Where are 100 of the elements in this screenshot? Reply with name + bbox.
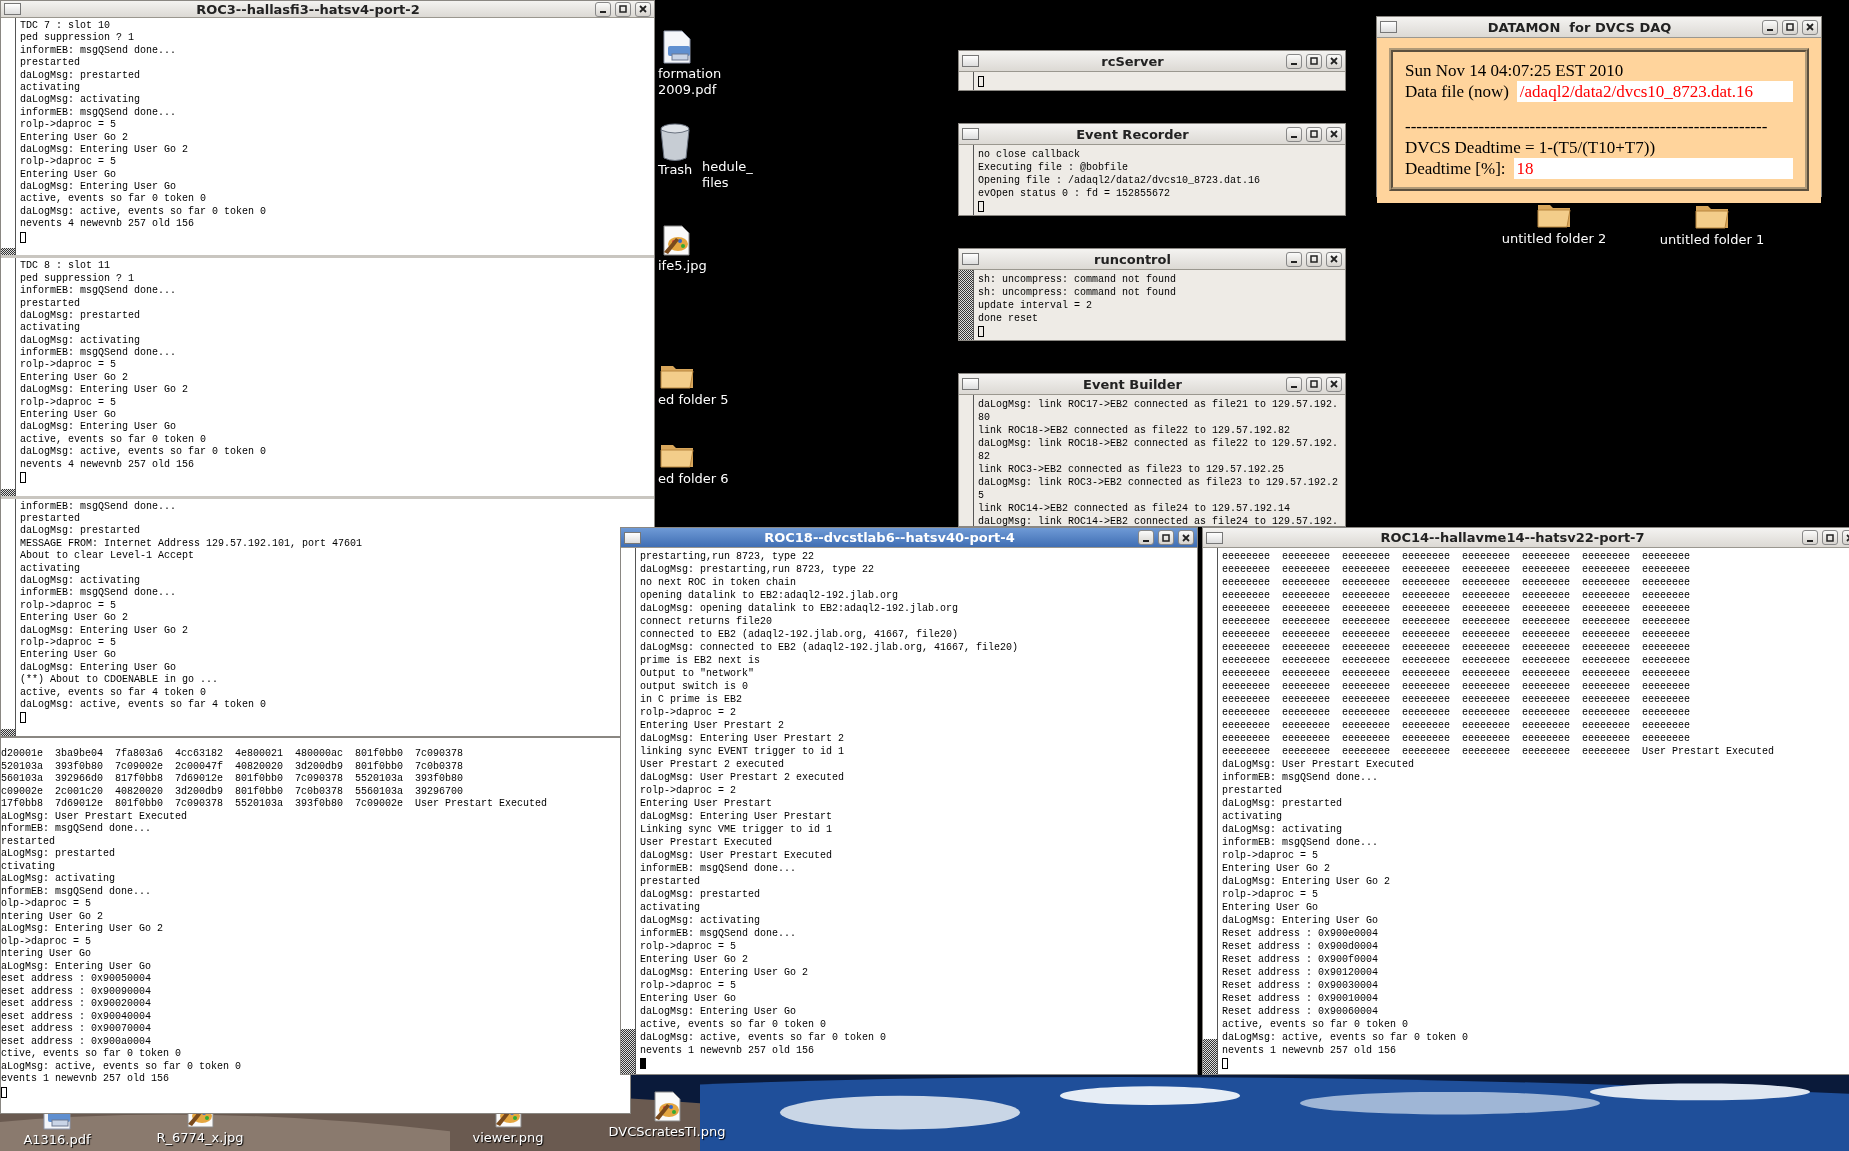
maximize-icon <box>1310 255 1318 263</box>
icon-label[interactable]: ife5.jpg <box>658 258 707 274</box>
log-line: eeeeeeee eeeeeeee eeeeeeee eeeeeeee eeeeeeee eeeeeeee eeeeeeee eeeeeeee <box>1222 732 1691 745</box>
minimize-icon <box>1291 63 1297 65</box>
log-line: active, events so far 0 token 0 <box>20 193 207 206</box>
scrollbar-thumb[interactable] <box>959 270 973 340</box>
log-line: eeeeeeee eeeeeeee eeeeeeee eeeeeeee eeeeeeee eeeeeeee eeeeeeee eeeeeeee <box>1222 667 1691 680</box>
window-menu-icon[interactable] <box>1380 21 1397 33</box>
close-icon <box>1806 23 1814 31</box>
log-line: eset address : 0x90090004 <box>1 985 152 998</box>
window-menu-icon[interactable] <box>624 531 641 544</box>
log-line: eeeeeeee eeeeeeee eeeeeeee eeeeeeee eeeeeeee eeeeeeee eeeeeeee eeeeeeee <box>1222 693 1691 706</box>
log-line: linking sync EVENT trigger to id 1 <box>640 745 845 758</box>
log-line: activating <box>1222 810 1282 823</box>
log-line: events 1 newevnb 257 old 156 <box>1 1073 170 1086</box>
log-line: daLogMsg: opening datalink to EB2:adaql2-192.jlab.org <box>640 602 959 615</box>
log-line: nformEB: msgQSend done... <box>1 823 152 836</box>
icon-label[interactable]: DVCScratesTI.png <box>608 1124 726 1140</box>
log-line: eeeeeeee eeeeeeee eeeeeeee eeeeeeee eeeeeeee eeeeeeee eeeeeeee eeeeeeee <box>1222 615 1691 628</box>
close-button[interactable] <box>1326 126 1342 142</box>
scrollbar-thumb[interactable] <box>1 488 15 496</box>
log-line: active, events so far 0 token 0 <box>640 1018 827 1031</box>
log-line: connect returns file20 <box>640 615 773 628</box>
log-line: Reset address : 0x900f0004 <box>1222 953 1379 966</box>
log-line: daLogMsg: Entering User Go <box>20 181 177 193</box>
scrollbar-thumb[interactable] <box>621 1029 635 1074</box>
window-menu-icon[interactable] <box>1206 531 1223 544</box>
maximize-icon <box>1162 533 1170 542</box>
maximize-button[interactable] <box>1822 530 1838 545</box>
window-menu-icon[interactable] <box>4 3 21 15</box>
scrollbar[interactable] <box>621 548 636 1074</box>
maximize-icon <box>619 5 627 13</box>
maximize-button[interactable] <box>1782 19 1798 35</box>
scrollbar-thumb[interactable] <box>1 248 15 256</box>
minimize-button[interactable] <box>1286 251 1302 267</box>
log-line: aLogMsg: active, events so far 0 token 0 <box>1 1060 242 1073</box>
close-button[interactable] <box>1326 53 1342 69</box>
minimize-button[interactable] <box>1286 53 1302 69</box>
log-line: rolp->daproc = 2 <box>640 706 736 719</box>
log-line: MESSAGE FROM: Internet Address 129.57.192.101, port 47601 <box>20 537 363 550</box>
log-line: Reset address : 0x90120004 <box>1222 966 1379 979</box>
log-line: prestarted <box>20 297 80 310</box>
icon-label[interactable]: Trash <box>658 162 693 178</box>
maximize-button[interactable] <box>1158 530 1174 545</box>
log-line: Executing file : @bobfile <box>978 161 1129 174</box>
log-line: link ROC3->EB2 connected as file23 to 129.57.192.25 <box>978 463 1285 476</box>
icon-label[interactable]: A1316.pdf <box>23 1132 91 1148</box>
window-menu-icon[interactable] <box>962 253 979 265</box>
minimize-button[interactable] <box>595 1 611 17</box>
close-button[interactable] <box>1326 251 1342 267</box>
maximize-button[interactable] <box>615 1 631 17</box>
log-line: Entering User Go 2 <box>20 131 129 144</box>
minimize-button[interactable] <box>1138 530 1154 545</box>
window-title: Event Builder <box>1082 376 1183 392</box>
log-line: eset address : 0x90070004 <box>1 1023 152 1036</box>
log-line: daLogMsg: Entering User Go 2 <box>640 966 809 979</box>
close-button[interactable] <box>1326 376 1342 392</box>
maximize-button[interactable] <box>1306 126 1322 142</box>
data-file-field: /adaql2/data2/dvcs10_8723.dat.16 <box>1516 81 1793 102</box>
maximize-button[interactable] <box>1306 251 1322 267</box>
scrollbar[interactable] <box>1 498 16 736</box>
maximize-button[interactable] <box>1306 53 1322 69</box>
close-icon <box>639 5 647 13</box>
minimize-button[interactable] <box>1286 126 1302 142</box>
log-line: rolp->daproc = 5 <box>20 636 116 649</box>
scrollbar-thumb[interactable] <box>1203 1039 1217 1074</box>
icon-label[interactable]: untitled folder 1 <box>1659 232 1765 248</box>
text-cursor <box>640 1058 646 1069</box>
window-menu-icon[interactable] <box>962 378 979 390</box>
maximize-icon <box>1310 130 1318 138</box>
formula-text: DVCS Deadtime = 1-(T5/(T10+T7)) <box>1405 137 1657 158</box>
icon-label[interactable]: ed folder 6 <box>658 471 729 487</box>
log-line: Entering User Go <box>1222 901 1318 914</box>
log-line: informEB: msgQSend done... <box>20 106 177 119</box>
close-button[interactable] <box>1802 19 1818 35</box>
log-line: c09002e 2c001c20 40820020 3d200db9 801f0bb0 7c0b0378 5560103a 39296700 <box>1 785 464 798</box>
scrollbar[interactable] <box>1203 548 1218 1074</box>
minimize-button[interactable] <box>1802 530 1818 545</box>
minimize-button[interactable] <box>1762 19 1778 35</box>
minimize-button[interactable] <box>1286 376 1302 392</box>
log-line: Entering User Go <box>20 168 116 181</box>
date-text: Sun Nov 14 04:07:25 EST 2010 <box>1405 60 1625 81</box>
window-menu-icon[interactable] <box>962 55 979 67</box>
scrollbar[interactable] <box>1 258 16 496</box>
icon-label[interactable]: untitled folder 2 <box>1501 231 1607 247</box>
scrollbar-thumb[interactable] <box>1 729 15 736</box>
close-button[interactable] <box>1178 530 1194 545</box>
scrollbar[interactable] <box>1 18 16 256</box>
text-cursor <box>1222 1058 1228 1069</box>
log-line: Reset address : 0x900e0004 <box>1222 927 1379 940</box>
window-menu-icon[interactable] <box>962 128 979 140</box>
icon-label[interactable]: R_6774_x.jpg <box>156 1130 244 1146</box>
icon-label[interactable]: ed folder 5 <box>658 392 729 408</box>
icon-label[interactable]: hedule_ files <box>702 159 772 191</box>
maximize-button[interactable] <box>1306 376 1322 392</box>
log-line: aLogMsg: prestarted <box>1 848 116 861</box>
close-button[interactable] <box>635 1 651 17</box>
icon-label[interactable]: formation 2009.pdf <box>658 66 768 98</box>
log-line: informEB: msgQSend done... <box>20 500 177 513</box>
icon-label[interactable]: viewer.png <box>472 1130 544 1146</box>
